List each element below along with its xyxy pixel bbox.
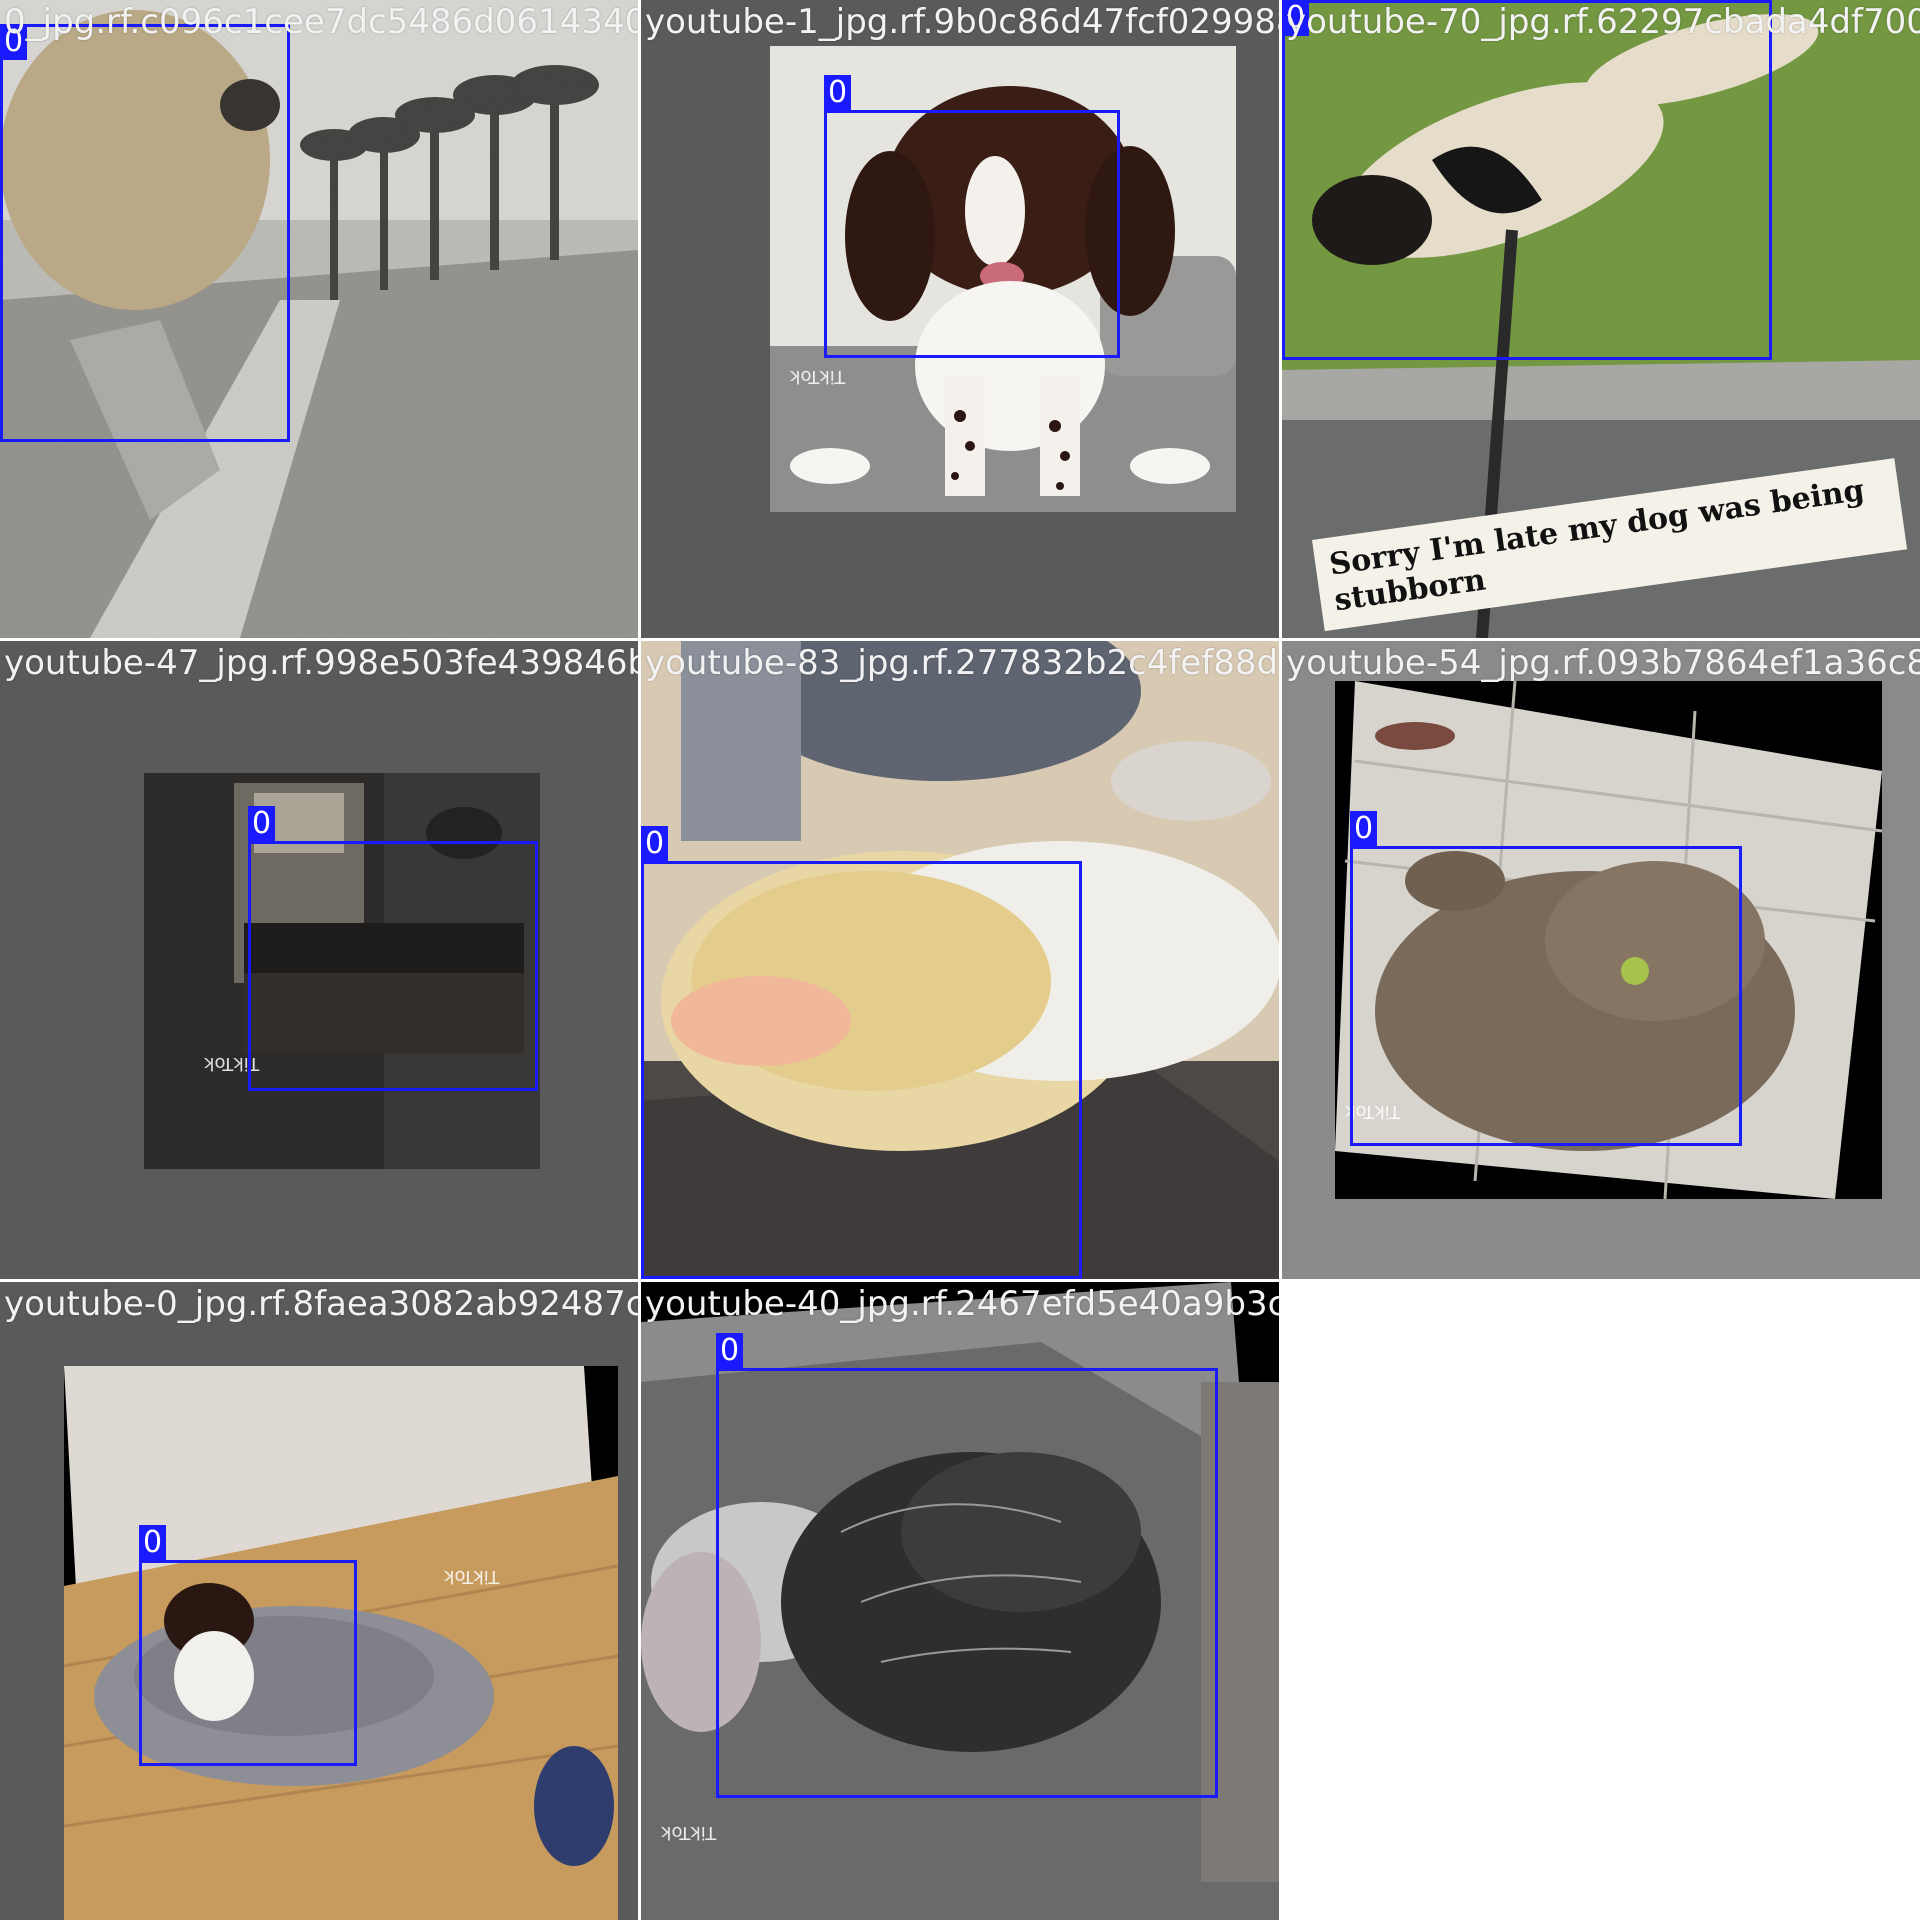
tiktok-watermark: TikTok <box>444 1566 500 1587</box>
bbox-dog-3: 0 <box>1282 0 1772 360</box>
bbox-dog-7: 0 <box>139 1525 357 1766</box>
mosaic-tile-8: TikTok 0 youtube-40_jpg.rf.2467efd5e40a9… <box>641 1282 1279 1920</box>
mosaic-tile-7: TikTok 0 youtube-0_jpg.rf.8faea3082ab924… <box>0 1282 638 1920</box>
mosaic-tile-5: 0 youtube-83_jpg.rf.277832b2c4fef88d0b7c… <box>641 641 1279 1279</box>
grid-divider <box>0 638 1920 641</box>
tile-title: youtube-1_jpg.rf.9b0c86d47fcf029988 <box>645 2 1279 42</box>
class-label: 0 <box>1350 811 1378 847</box>
mosaic-tile-3: Sorry I'm late my dog was being stubborn… <box>1282 0 1920 638</box>
grid-divider <box>0 1279 1920 1282</box>
bbox-dog-6: 0 <box>1350 811 1742 1146</box>
bbox-dog-2: 0 <box>824 75 1120 358</box>
tiktok-watermark: TikTok <box>661 1822 717 1843</box>
bbox-dog-1: 0 <box>0 24 290 442</box>
mosaic-tile-6: TikTok 0 youtube-54_jpg.rf.093b7864ef1a3… <box>1282 641 1920 1279</box>
bbox-dog-4: 0 <box>248 806 538 1091</box>
bbox-dog-8: 0 <box>716 1333 1218 1798</box>
mosaic-tile-4: TikTok 0 youtube-47_jpg.rf.998e503fe4398… <box>0 641 638 1279</box>
class-label: 0 <box>641 826 669 862</box>
class-label: 0 <box>1282 0 1310 36</box>
tile-title: youtube-47_jpg.rf.998e503fe439846b <box>4 643 638 683</box>
class-label: 0 <box>0 24 28 60</box>
mosaic-tile-2: TikTok 0 youtube-1_jpg.rf.9b0c86d47fcf02… <box>641 0 1279 638</box>
class-label: 0 <box>824 75 852 111</box>
empty-cell <box>1282 1282 1920 1920</box>
tiktok-watermark: TikTok <box>790 366 846 387</box>
tile-title: youtube-54_jpg.rf.093b7864ef1a36c8 <box>1286 643 1920 683</box>
mosaic-tile-1: 0 0_jpg.rf.c096c1cee7dc5486d061434093997… <box>0 0 638 638</box>
class-label: 0 <box>248 806 276 842</box>
bbox-dog-5: 0 <box>641 826 1082 1279</box>
class-label: 0 <box>716 1333 744 1369</box>
class-label: 0 <box>139 1525 167 1561</box>
tile-title: youtube-0_jpg.rf.8faea3082ab92487c32916 <box>4 1284 638 1324</box>
